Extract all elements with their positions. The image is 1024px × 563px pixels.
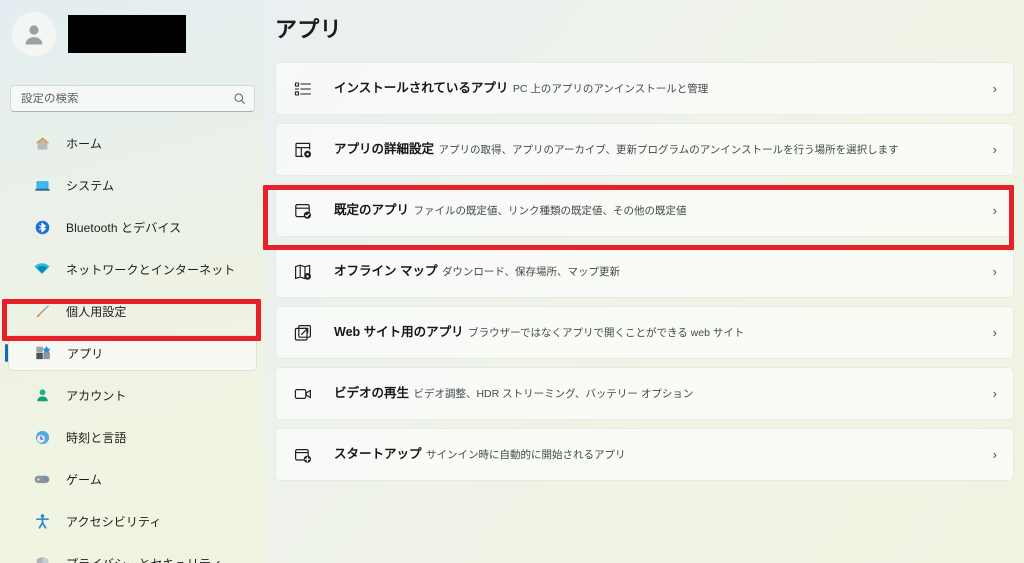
card-title: スタートアップ — [334, 447, 422, 462]
app-list-icon — [292, 78, 314, 100]
card-video-playback[interactable]: ビデオの再生 ビデオ調整、HDR ストリーミング、バッテリー オプション › — [275, 367, 1014, 420]
card-default-apps[interactable]: 既定のアプリ ファイルの既定値、リンク種類の既定値、その他の既定値 › — [275, 184, 1014, 237]
card-title: オフライン マップ — [334, 264, 438, 279]
sidebar-item-label: アプリ — [67, 346, 104, 361]
search-box[interactable] — [10, 85, 255, 112]
card-subtitle: ファイルの既定値、リンク種類の既定値、その他の既定値 — [413, 205, 687, 218]
gamepad-icon — [32, 469, 52, 489]
card-subtitle: アプリの取得、アプリのアーカイブ、更新プログラムのアンインストールを行う場所を選… — [438, 144, 899, 157]
sidebar-item-system[interactable]: システム — [8, 167, 257, 203]
sidebar-item-label: 個人用設定 — [66, 304, 127, 319]
sidebar-item-label: ネットワークとインターネット — [66, 262, 236, 277]
card-title: 既定のアプリ — [334, 203, 410, 218]
card-title: アプリの詳細設定 — [334, 142, 435, 157]
sidebar-item-home[interactable]: ホーム — [8, 125, 257, 161]
card-title: インストールされているアプリ — [334, 81, 509, 96]
sidebar-item-label: プライバシーとセキュリティ — [66, 555, 222, 563]
paintbrush-icon — [32, 301, 52, 321]
sidebar-item-bluetooth[interactable]: Bluetooth とデバイス — [8, 209, 257, 245]
account-person-icon — [32, 385, 52, 405]
card-subtitle: ビデオ調整、HDR ストリーミング、バッテリー オプション — [413, 388, 694, 401]
sidebar-item-personalization[interactable]: 個人用設定 — [8, 293, 257, 329]
accessibility-icon — [32, 511, 52, 531]
chevron-right-icon[interactable]: › — [993, 386, 999, 401]
card-title: ビデオの再生 — [334, 386, 410, 401]
card-apps-for-websites[interactable]: Web サイト用のアプリ ブラウザーではなくアプリで開くことができる web サ… — [275, 306, 1014, 359]
sidebar-nav: ホーム システム Bluetooth とデバイス ネットワークとインターネット … — [0, 125, 265, 563]
sidebar-item-apps[interactable]: アプリ — [5, 335, 257, 371]
startup-window-plus-icon — [292, 444, 314, 466]
card-startup[interactable]: スタートアップ サインイン時に自動的に開始されるアプリ › — [275, 428, 1014, 481]
main-content: アプリ インストールされているアプリ PC 上のアプリのアンインストールと管理 … — [265, 0, 1024, 563]
sidebar-item-accessibility[interactable]: アクセシビリティ — [8, 503, 257, 539]
sidebar-item-network[interactable]: ネットワークとインターネット — [8, 251, 257, 287]
card-subtitle: ブラウザーではなくアプリで開くことができる web サイト — [468, 327, 745, 340]
profile-block[interactable] — [12, 12, 186, 56]
apps-icon — [33, 343, 53, 363]
page-title: アプリ — [275, 17, 342, 42]
card-subtitle: PC 上のアプリのアンインストールと管理 — [512, 83, 709, 96]
home-icon — [32, 133, 52, 153]
sidebar-item-label: Bluetooth とデバイス — [66, 220, 182, 235]
chevron-right-icon[interactable]: › — [993, 264, 999, 279]
avatar — [12, 12, 56, 56]
card-subtitle: サインイン時に自動的に開始されるアプリ — [425, 449, 626, 462]
chevron-right-icon[interactable]: › — [993, 447, 999, 462]
sidebar-item-label: ゲーム — [66, 472, 102, 487]
system-laptop-icon — [32, 175, 52, 195]
sidebar-item-accounts[interactable]: アカウント — [8, 377, 257, 413]
external-link-icon — [292, 322, 314, 344]
sidebar-item-label: アクセシビリティ — [66, 514, 162, 529]
shield-icon — [32, 553, 52, 563]
chevron-right-icon[interactable]: › — [993, 325, 999, 340]
card-subtitle: ダウンロード、保存場所、マップ更新 — [441, 266, 621, 279]
wifi-icon — [32, 259, 52, 279]
sidebar-item-gaming[interactable]: ゲーム — [8, 461, 257, 497]
card-advanced-app-settings[interactable]: アプリの詳細設定 アプリの取得、アプリのアーカイブ、更新プログラムのアンインスト… — [275, 123, 1014, 176]
search-field-wrapper[interactable] — [10, 85, 255, 112]
settings-card-list: インストールされているアプリ PC 上のアプリのアンインストールと管理 › アプ… — [275, 62, 1014, 489]
default-apps-check-icon — [292, 200, 314, 222]
chevron-right-icon[interactable]: › — [993, 142, 999, 157]
offline-map-icon — [292, 261, 314, 283]
sidebar-item-label: アカウント — [66, 388, 127, 403]
search-input[interactable] — [21, 92, 233, 105]
sidebar: ホーム システム — [0, 0, 265, 563]
search-icon — [233, 92, 246, 105]
card-offline-maps[interactable]: オフライン マップ ダウンロード、保存場所、マップ更新 › — [275, 245, 1014, 298]
settings-window: ホーム システム — [0, 0, 1024, 563]
sidebar-item-time-language[interactable]: 時刻と言語 — [8, 419, 257, 455]
clock-globe-icon — [32, 427, 52, 447]
app-settings-icon — [292, 139, 314, 161]
bluetooth-icon — [32, 217, 52, 237]
chevron-right-icon[interactable]: › — [993, 81, 999, 96]
video-camera-icon — [292, 383, 314, 405]
card-title: Web サイト用のアプリ — [334, 325, 464, 340]
card-installed-apps[interactable]: インストールされているアプリ PC 上のアプリのアンインストールと管理 › — [275, 62, 1014, 115]
sidebar-item-privacy-security[interactable]: プライバシーとセキュリティ — [8, 545, 257, 563]
sidebar-item-label: システム — [66, 178, 115, 193]
account-name-redacted — [68, 15, 186, 53]
sidebar-item-label: 時刻と言語 — [66, 430, 127, 445]
sidebar-item-label: ホーム — [66, 136, 102, 151]
chevron-right-icon[interactable]: › — [993, 203, 999, 218]
